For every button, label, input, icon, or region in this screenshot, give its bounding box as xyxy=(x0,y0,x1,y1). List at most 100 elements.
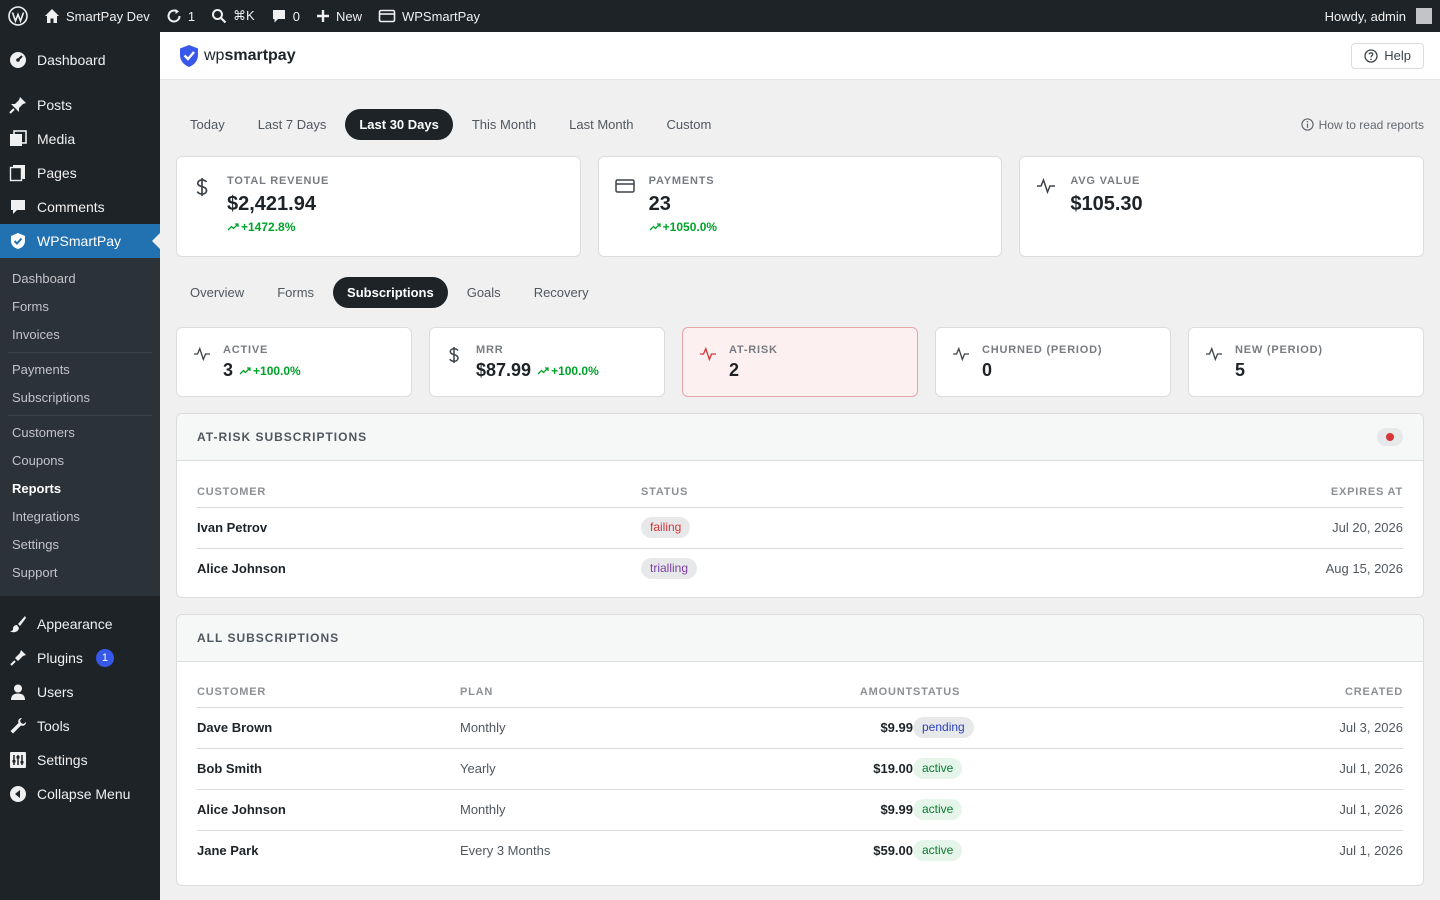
submenu-payments[interactable]: Payments xyxy=(0,356,160,384)
stat-card-active: ACTIVE 3 +100.0% xyxy=(176,327,412,397)
tab-overview[interactable]: Overview xyxy=(176,277,258,308)
column-header[interactable]: PLAN xyxy=(460,677,680,708)
all-subscriptions-panel: ALL SUBSCRIPTIONS CUSTOMER PLAN AMOUNT S… xyxy=(176,614,1424,886)
menu-label: Pages xyxy=(37,165,77,181)
menu-pages[interactable]: Pages xyxy=(0,156,160,190)
shield-logo-icon xyxy=(180,44,198,67)
table-row[interactable]: Bob Smith Yearly $19.00 active Jul 1, 20… xyxy=(197,748,1403,790)
menu-label: Posts xyxy=(37,97,73,113)
report-section-tabs: Overview Forms Subscriptions Goals Recov… xyxy=(176,277,1424,308)
tab-recovery[interactable]: Recovery xyxy=(520,277,603,308)
new-content-link[interactable]: New xyxy=(308,0,370,32)
menu-comments[interactable]: Comments xyxy=(0,190,160,224)
stat-delta-value: +100.0% xyxy=(253,363,301,378)
stat-label: AT-RISK xyxy=(729,344,778,356)
menu-media[interactable]: Media xyxy=(0,122,160,156)
at-risk-panel: AT-RISK SUBSCRIPTIONS CUSTOMER STATUS EX… xyxy=(176,413,1424,598)
column-header[interactable]: STATUS xyxy=(913,677,1153,708)
menu-wpsmartpay[interactable]: WPSmartPay xyxy=(0,224,160,258)
wordpress-logo-icon[interactable] xyxy=(0,0,36,32)
wrench-icon xyxy=(8,716,28,736)
submenu-integrations[interactable]: Integrations xyxy=(0,503,160,531)
plugin-link[interactable]: WPSmartPay xyxy=(370,0,488,32)
menu-dashboard[interactable]: Dashboard xyxy=(0,43,160,77)
pulse-icon xyxy=(193,346,213,380)
wpsmartpay-logo[interactable]: wpsmartpay xyxy=(178,44,296,68)
kpi-label: PAYMENTS xyxy=(648,175,715,187)
status-badge: active xyxy=(913,758,963,779)
column-header[interactable]: EXPIRES AT xyxy=(961,477,1403,508)
table-row[interactable]: Jane Park Every 3 Months $59.00 active J… xyxy=(197,830,1403,871)
how-to-read-reports-link[interactable]: How to read reports xyxy=(1300,118,1424,132)
submenu-customers[interactable]: Customers xyxy=(0,419,160,447)
period-custom[interactable]: Custom xyxy=(653,109,726,140)
menu-posts[interactable]: Posts xyxy=(0,88,160,122)
trend-up-icon xyxy=(239,366,251,374)
column-header[interactable]: CUSTOMER xyxy=(197,677,460,708)
kpi-card-payments: PAYMENTS 23 +1050.0% xyxy=(597,156,1003,257)
submenu-dashboard[interactable]: Dashboard xyxy=(0,265,160,293)
reports-main: Today Last 7 Days Last 30 Days This Mont… xyxy=(160,80,1440,900)
plan-name: Monthly xyxy=(460,789,680,831)
menu-settings[interactable]: Settings xyxy=(0,743,160,777)
submenu-coupons[interactable]: Coupons xyxy=(0,447,160,475)
comments-count: 0 xyxy=(292,8,300,24)
column-header[interactable]: CUSTOMER xyxy=(197,477,641,508)
table-row[interactable]: Alice Johnson Monthly $9.99 active Jul 1… xyxy=(197,789,1403,831)
created-date: Jul 1, 2026 xyxy=(1152,748,1403,790)
stat-delta-value: +100.0% xyxy=(551,363,599,378)
alert-dot-icon xyxy=(1377,428,1403,446)
submenu-support[interactable]: Support xyxy=(0,559,160,587)
kpi-cards: TOTAL REVENUE $2,421.94 +1472.8% PAYMENT… xyxy=(176,156,1425,257)
stat-label: MRR xyxy=(476,344,504,356)
search-shortcut[interactable]: ⌘K xyxy=(203,0,263,32)
period-this-month[interactable]: This Month xyxy=(458,109,550,140)
account-menu[interactable]: Howdy, admin xyxy=(1317,0,1440,32)
menu-plugins[interactable]: Plugins 1 xyxy=(0,641,160,675)
stat-value: 2 xyxy=(729,360,740,380)
search-shortcut-label: ⌘K xyxy=(233,8,255,23)
panel-title: AT-RISK SUBSCRIPTIONS xyxy=(197,430,368,444)
subscription-stats: ACTIVE 3 +100.0% MRR $87.99 +100.0% AT-R… xyxy=(176,327,1424,397)
column-header[interactable]: STATUS xyxy=(641,477,962,508)
comments-link[interactable]: 0 xyxy=(263,0,308,32)
period-today[interactable]: Today xyxy=(176,109,239,140)
menu-label: Appearance xyxy=(37,616,113,632)
status-cell: active xyxy=(913,830,1152,871)
stat-label: ACTIVE xyxy=(223,344,269,356)
stat-delta: +100.0% xyxy=(537,364,599,378)
period-last-7-days[interactable]: Last 7 Days xyxy=(244,109,341,140)
menu-users[interactable]: Users xyxy=(0,675,160,709)
tab-goals[interactable]: Goals xyxy=(453,277,515,308)
site-name-link[interactable]: SmartPay Dev xyxy=(36,0,158,32)
at-risk-table: CUSTOMER STATUS EXPIRES AT Ivan Petrov f… xyxy=(197,477,1403,589)
period-last-month[interactable]: Last Month xyxy=(555,109,647,140)
period-last-30-days[interactable]: Last 30 Days xyxy=(345,109,453,140)
stat-card-at-risk[interactable]: AT-RISK 2 xyxy=(682,327,918,397)
column-header[interactable]: CREATED xyxy=(1152,677,1403,708)
tab-forms[interactable]: Forms xyxy=(263,277,328,308)
menu-appearance[interactable]: Appearance xyxy=(0,607,160,641)
submenu-invoices[interactable]: Invoices xyxy=(0,321,160,349)
menu-tools[interactable]: Tools xyxy=(0,709,160,743)
status-badge: pending xyxy=(913,717,974,738)
menu-collapse[interactable]: Collapse Menu xyxy=(0,777,160,811)
plugin-label: WPSmartPay xyxy=(401,8,480,24)
updates-link[interactable]: 1 xyxy=(158,0,203,32)
plugin-icon xyxy=(8,648,28,668)
table-row[interactable]: Ivan Petrov failing Jul 20, 2026 xyxy=(197,507,1403,549)
created-date: Jul 1, 2026 xyxy=(1152,789,1403,831)
submenu-reports[interactable]: Reports xyxy=(0,475,160,503)
submenu-subscriptions[interactable]: Subscriptions xyxy=(0,384,160,412)
help-button[interactable]: Help xyxy=(1351,42,1424,69)
submenu-forms[interactable]: Forms xyxy=(0,293,160,321)
tab-subscriptions[interactable]: Subscriptions xyxy=(333,277,448,308)
column-header[interactable]: AMOUNT xyxy=(680,677,913,708)
table-row[interactable]: Alice Johnson trialling Aug 15, 2026 xyxy=(197,548,1403,589)
table-row[interactable]: Dave Brown Monthly $9.99 pending Jul 3, … xyxy=(197,707,1403,749)
card-icon xyxy=(614,177,635,238)
pin-icon xyxy=(8,95,28,115)
pulse-icon xyxy=(699,346,719,380)
plan-name: Monthly xyxy=(460,707,680,749)
submenu-settings[interactable]: Settings xyxy=(0,531,160,559)
